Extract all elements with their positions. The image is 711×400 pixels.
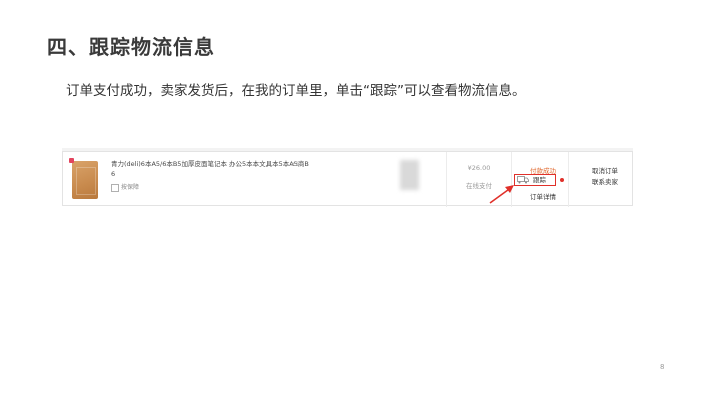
truck-icon <box>517 176 529 184</box>
blurred-info <box>400 160 419 190</box>
product-thumbnail[interactable] <box>72 161 98 199</box>
quantity: x1 <box>291 160 299 168</box>
order-row: 青力(deli)6本A5/6本B5加厚皮面笔记本 办公5本本文具本5本A5商B … <box>62 151 634 207</box>
cancel-order-link[interactable]: 取消订单 <box>576 165 634 175</box>
column-divider <box>446 152 447 207</box>
product-tag-dot <box>69 158 74 163</box>
contact-seller-link[interactable]: 联系卖家 <box>576 176 634 186</box>
product-name-link[interactable]: 青力(deli)6本A5/6本B5加厚皮面笔记本 办公5本本文具本5本A5商B … <box>111 159 311 179</box>
slide-description: 订单支付成功，卖家发货后，在我的订单里，单击“跟踪”可以查看物流信息。 <box>66 83 526 99</box>
payment-type: 在线支付 <box>466 182 492 190</box>
track-button[interactable]: 跟踪 <box>514 174 556 186</box>
track-label: 跟踪 <box>533 176 546 184</box>
column-divider <box>511 152 512 207</box>
column-divider <box>568 152 569 207</box>
order-detail-link[interactable]: 订单详情 <box>518 191 568 201</box>
order-price: ¥26.00 <box>467 164 491 172</box>
shield-icon <box>111 183 119 192</box>
page-number: 8 <box>660 363 665 371</box>
protection-badge: 按保障 <box>111 182 139 192</box>
protection-label: 按保障 <box>121 184 140 191</box>
slide-title: 四、跟踪物流信息 <box>47 35 215 59</box>
highlight-dot <box>560 178 564 182</box>
